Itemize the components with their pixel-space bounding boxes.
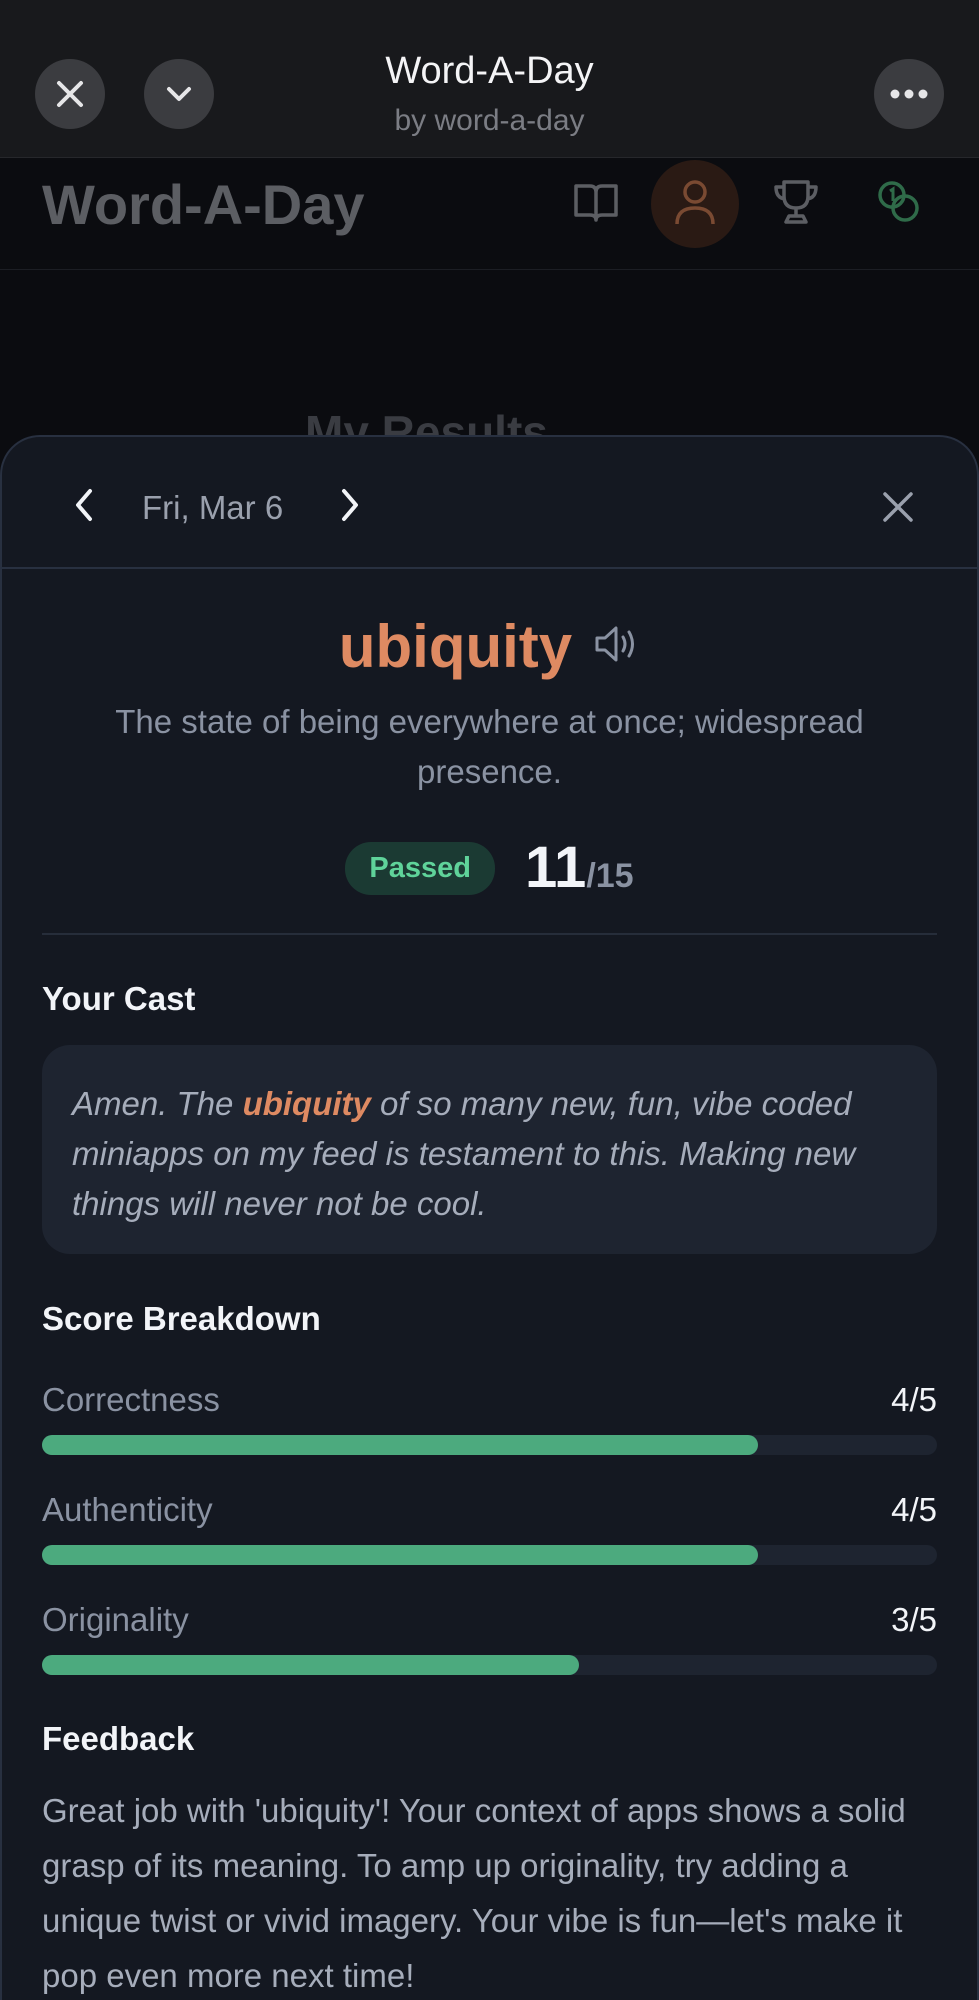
app-logo: Word-A-Day bbox=[42, 173, 365, 236]
close-sheet-button[interactable] bbox=[876, 485, 920, 529]
metric-bar-originality bbox=[42, 1655, 937, 1675]
more-options-button[interactable] bbox=[874, 59, 944, 129]
miniapp-author: by word-a-day bbox=[394, 104, 585, 137]
chevron-left-icon bbox=[76, 489, 92, 521]
more-dots-icon bbox=[890, 89, 928, 99]
result-date: Fri, Mar 6 bbox=[142, 489, 284, 526]
nav-book[interactable] bbox=[568, 174, 624, 230]
metric-bar-authenticity bbox=[42, 1545, 937, 1565]
next-day-button[interactable] bbox=[328, 483, 372, 527]
cast-text-before: Amen. The bbox=[72, 1085, 243, 1122]
cast-quote: Amen. The ubiquity of so many new, fun, … bbox=[42, 1045, 937, 1254]
feedback-text: Great job with 'ubiquity'! Your context … bbox=[42, 1792, 906, 1994]
total-score: 11 bbox=[524, 835, 587, 900]
word-of-day: ubiquity bbox=[338, 613, 573, 680]
nav-coins[interactable] bbox=[871, 174, 927, 230]
trophy-icon bbox=[774, 180, 818, 224]
chevron-right-icon bbox=[342, 489, 358, 521]
metric-label-originality: Originality bbox=[42, 1601, 189, 1638]
metric-label-authenticity: Authenticity bbox=[42, 1491, 213, 1528]
metric-bar-fill bbox=[42, 1655, 579, 1675]
metric-value-originality: 3/5 bbox=[891, 1601, 937, 1638]
feedback-heading: Feedback bbox=[42, 1720, 195, 1757]
previous-day-button[interactable] bbox=[62, 483, 106, 527]
score-row: Passed 11/15 bbox=[0, 834, 979, 905]
coins-icon bbox=[878, 181, 919, 222]
breakdown-heading: Score Breakdown bbox=[42, 1300, 321, 1337]
user-icon bbox=[675, 180, 715, 225]
speaker-icon bbox=[595, 626, 635, 662]
word-row: ubiquity bbox=[0, 612, 979, 681]
metric-value-authenticity: 4/5 bbox=[891, 1491, 937, 1528]
metric-bar-fill bbox=[42, 1435, 758, 1455]
miniapp-title: Word-A-Day bbox=[385, 50, 594, 92]
metric-value-correctness: 4/5 bbox=[891, 1381, 937, 1418]
word-definition: The state of being everywhere at once; w… bbox=[115, 703, 864, 790]
total-score-max: /15 bbox=[586, 857, 634, 895]
nav-profile[interactable] bbox=[667, 174, 723, 230]
metric-bar-correctness bbox=[42, 1435, 937, 1455]
cast-heading: Your Cast bbox=[42, 980, 196, 1017]
metric-bar-fill bbox=[42, 1545, 758, 1565]
metric-label-correctness: Correctness bbox=[42, 1381, 220, 1418]
cast-highlighted-word: ubiquity bbox=[242, 1085, 371, 1122]
divider bbox=[42, 933, 937, 935]
book-icon bbox=[574, 184, 618, 222]
close-icon bbox=[883, 492, 913, 522]
pronounce-button[interactable] bbox=[594, 624, 640, 669]
nav-leaderboard[interactable] bbox=[768, 174, 824, 230]
status-badge: Passed bbox=[345, 842, 495, 895]
